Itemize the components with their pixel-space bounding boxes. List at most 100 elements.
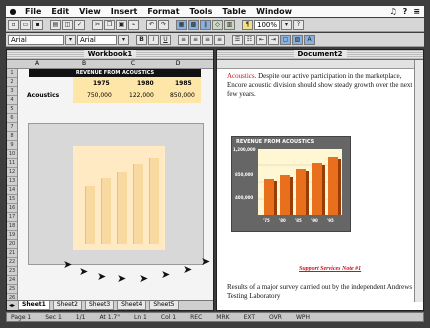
tab-sheet5[interactable]: Sheet5 — [149, 301, 179, 310]
drawing-icon[interactable]: ◇ — [212, 19, 223, 30]
help-pointer-icon[interactable]: ? — [293, 19, 304, 30]
align-left-icon[interactable]: ≡ — [178, 34, 189, 45]
status-wph[interactable]: WPH — [296, 314, 310, 321]
format-painter-icon[interactable]: ⌁ — [128, 19, 139, 30]
preview-icon[interactable]: ◫ — [62, 19, 73, 30]
show-hide-icon[interactable]: ¶ — [242, 19, 253, 30]
menu-edit[interactable]: Edit — [46, 7, 74, 16]
value-cell-1980[interactable]: 122,000 — [129, 92, 154, 99]
document-titlebar[interactable]: Document2 — [217, 50, 423, 60]
status-rec[interactable]: REC — [190, 314, 202, 321]
paste-icon[interactable]: ▣ — [116, 19, 127, 30]
menu-window[interactable]: Window — [251, 7, 297, 16]
zoom-field[interactable]: 100% — [254, 19, 280, 30]
table-title-cell[interactable]: REVENUE FROM ACOUSTICS — [29, 69, 201, 77]
align-center-icon[interactable]: ≡ — [190, 34, 201, 45]
copy-icon[interactable]: ❐ — [104, 19, 115, 30]
tab-scroll-arrows-icon[interactable]: ◂▸ — [9, 301, 15, 310]
balloon-help-icon[interactable]: ♫ — [389, 7, 396, 16]
font-dropdown-icon[interactable]: ▾ — [65, 34, 76, 45]
tab-sheet2[interactable]: Sheet2 — [52, 301, 82, 310]
column-header-b[interactable]: B — [57, 60, 111, 68]
tab-sheet4[interactable]: Sheet4 — [117, 301, 147, 310]
support-services-link[interactable]: Support Services Note #1 — [299, 266, 361, 272]
insert-table-icon[interactable]: ▦ — [176, 19, 187, 30]
align-right-icon[interactable]: ≡ — [202, 34, 213, 45]
spelling-icon[interactable]: ✓ — [74, 19, 85, 30]
bullets-icon[interactable]: ☷ — [244, 34, 255, 45]
open-icon[interactable]: ▭ — [20, 19, 31, 30]
save-icon[interactable]: ▪ — [32, 19, 43, 30]
decrease-indent-icon[interactable]: ⇤ — [256, 34, 267, 45]
year-cell-1975[interactable]: 1975 — [93, 80, 110, 87]
application-menu-icon[interactable]: ≡ — [413, 7, 420, 16]
value-cell-1985[interactable]: 850,000 — [170, 92, 195, 99]
sheet-tab-bar: ◂▸ Sheet1 Sheet2 Sheet3 Sheet4 Sheet5 — [7, 300, 213, 310]
column-header-c[interactable]: C — [111, 60, 155, 68]
year-cell-1985[interactable]: 1985 — [175, 80, 192, 87]
apple-menu-icon[interactable]: ● — [6, 7, 20, 16]
row-label-acoustics[interactable]: Acoustics — [27, 92, 59, 99]
chart-bar — [117, 172, 127, 244]
menu-table[interactable]: Table — [217, 7, 251, 16]
chart-being-dragged[interactable] — [73, 146, 165, 250]
borders-icon[interactable]: ▢ — [280, 34, 291, 45]
chart-bar — [280, 175, 293, 215]
ruler[interactable] — [217, 60, 423, 69]
menu-format[interactable]: Format — [142, 7, 184, 16]
document-paragraph-2[interactable]: Results of a major survey carried out by… — [227, 283, 419, 301]
font-name-field-excel[interactable]: Arial — [8, 34, 64, 45]
y-tick-label: 850,000 — [235, 172, 254, 177]
workbook-titlebar[interactable]: Workbook1 — [7, 50, 213, 60]
increase-indent-icon[interactable]: ⇥ — [268, 34, 279, 45]
workbook-window: Workbook1 A B C D 12345678 9 10 11 12 13 14 15… — [6, 49, 214, 311]
new-icon[interactable]: ▫ — [8, 19, 19, 30]
print-icon[interactable]: ▤ — [50, 19, 61, 30]
spreadsheet-grid[interactable]: A B C D 12345678 9 10 11 12 13 14 15 16 17 18 19 2… — [7, 60, 213, 303]
menu-insert[interactable]: Insert — [106, 7, 143, 16]
underline-icon[interactable]: U — [160, 34, 171, 45]
chart-bar — [296, 169, 309, 215]
cut-icon[interactable]: ✂ — [92, 19, 103, 30]
status-bar: Page 1 Sec 1 1/1 At 1.7" Ln 1 Col 1 REC … — [6, 312, 424, 322]
tab-sheet1[interactable]: Sheet1 — [18, 301, 50, 310]
redo-icon[interactable]: ↷ — [158, 19, 169, 30]
font-size-dropdown-icon[interactable]: ▾ — [118, 34, 129, 45]
menu-tools[interactable]: Tools — [185, 7, 218, 16]
row-header-bar: 12345678 9 10 11 12 13 14 15 16 17 18 19 20 21 22 23 2… — [7, 69, 18, 303]
justify-icon[interactable]: ≡ — [214, 34, 225, 45]
value-cell-1975[interactable]: 750,000 — [87, 92, 112, 99]
status-page-count: 1/1 — [75, 313, 86, 321]
x-tick-label: '75 — [263, 218, 270, 223]
vertical-scrollbar[interactable] — [414, 60, 423, 302]
undo-icon[interactable]: ↶ — [146, 19, 157, 30]
status-position: At 1.7" — [99, 313, 120, 321]
drag-cursor-icon: ➤ — [183, 263, 193, 276]
font-color-icon[interactable]: A — [304, 34, 315, 45]
status-line: Ln 1 — [134, 313, 147, 321]
chart-bar — [133, 164, 143, 244]
drag-cursor-icon: ➤ — [63, 258, 73, 271]
tab-sheet3[interactable]: Sheet3 — [84, 301, 115, 310]
columns-icon[interactable]: ∥ — [200, 19, 211, 30]
insert-excel-icon[interactable]: ▩ — [188, 19, 199, 30]
column-header-a[interactable]: A — [17, 60, 57, 68]
status-ext[interactable]: EXT — [244, 314, 255, 321]
bold-icon[interactable]: B — [136, 34, 147, 45]
help-icon[interactable]: ? — [403, 7, 408, 16]
font-name-field-word[interactable]: Arial — [77, 34, 117, 45]
numbering-icon[interactable]: ☰ — [232, 34, 243, 45]
fill-color-icon[interactable]: ▧ — [292, 34, 303, 45]
menu-view[interactable]: View — [74, 7, 106, 16]
status-ovr[interactable]: OVR — [269, 314, 282, 321]
year-cell-1980[interactable]: 1980 — [137, 80, 154, 87]
column-header-d[interactable]: D — [155, 60, 201, 68]
status-mrk[interactable]: MRK — [216, 314, 229, 321]
document-chart[interactable]: REVENUE FROM ACOUSTICS 1,200,000 850,000… — [231, 136, 351, 232]
zoom-dropdown-icon[interactable]: ▾ — [281, 19, 292, 30]
italic-icon[interactable]: I — [148, 34, 159, 45]
document-paragraph-1[interactable]: Acoustics. Despite our active participat… — [227, 72, 417, 99]
menu-file[interactable]: File — [20, 7, 46, 16]
chart-icon[interactable]: ▥ — [224, 19, 235, 30]
chart-bar — [101, 178, 111, 244]
